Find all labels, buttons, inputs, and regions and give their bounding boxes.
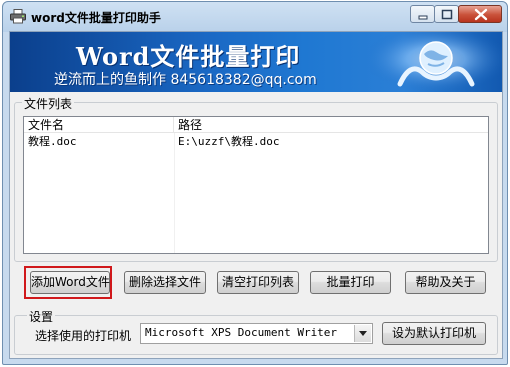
close-icon bbox=[474, 8, 488, 21]
globe-in-hands-icon bbox=[370, 32, 502, 92]
column-header-filename[interactable]: 文件名 bbox=[24, 117, 174, 133]
window-title: word文件批量打印助手 bbox=[31, 11, 161, 25]
help-about-button[interactable]: 帮助及关于 bbox=[405, 271, 486, 294]
printer-icon bbox=[10, 9, 26, 24]
client-area: Word文件批量打印 逆流而上的鱼制作 845618382@qq.com 文件列… bbox=[9, 31, 503, 359]
minimize-button[interactable] bbox=[410, 5, 435, 23]
printer-select[interactable]: Microsoft XPS Document Writer bbox=[140, 323, 373, 344]
printer-select-label: 选择使用的打印机 bbox=[35, 329, 132, 343]
chevron-down-icon[interactable] bbox=[354, 325, 371, 342]
title-bar[interactable]: word文件批量打印助手 bbox=[3, 2, 507, 31]
maximize-icon bbox=[441, 9, 453, 20]
file-list-label: 文件列表 bbox=[22, 95, 75, 112]
maximize-button[interactable] bbox=[434, 5, 459, 23]
file-path-cell: E:\uzzf\教程.doc bbox=[178, 135, 280, 148]
banner: Word文件批量打印 逆流而上的鱼制作 845618382@qq.com bbox=[10, 32, 502, 92]
file-name-cell: 教程.doc bbox=[28, 135, 77, 148]
file-list-view[interactable]: 文件名 路径 教程.doc E:\uzzf\教程.doc bbox=[23, 116, 489, 254]
delete-selected-file-button[interactable]: 删除选择文件 bbox=[124, 271, 206, 294]
banner-title: Word文件批量打印 bbox=[76, 42, 301, 71]
list-item[interactable]: 教程.doc E:\uzzf\教程.doc bbox=[24, 134, 488, 150]
clear-print-list-button[interactable]: 清空打印列表 bbox=[217, 271, 299, 294]
column-header-path[interactable]: 路径 bbox=[174, 117, 488, 133]
batch-print-button[interactable]: 批量打印 bbox=[310, 271, 391, 294]
add-word-file-button[interactable]: 添加Word文件 bbox=[30, 271, 110, 294]
set-default-printer-button[interactable]: 设为默认打印机 bbox=[382, 322, 486, 345]
settings-label: 设置 bbox=[27, 308, 56, 325]
banner-subtitle: 逆流而上的鱼制作 845618382@qq.com bbox=[54, 72, 317, 88]
close-button[interactable] bbox=[458, 5, 502, 23]
minimize-icon bbox=[418, 15, 428, 20]
column-divider bbox=[174, 133, 175, 253]
list-header: 文件名 路径 bbox=[24, 117, 488, 133]
printer-select-value: Microsoft XPS Document Writer bbox=[145, 326, 338, 339]
app-window: word文件批量打印助手 Word文件批量打印 逆流而上的鱼制作 8456183… bbox=[2, 1, 508, 365]
